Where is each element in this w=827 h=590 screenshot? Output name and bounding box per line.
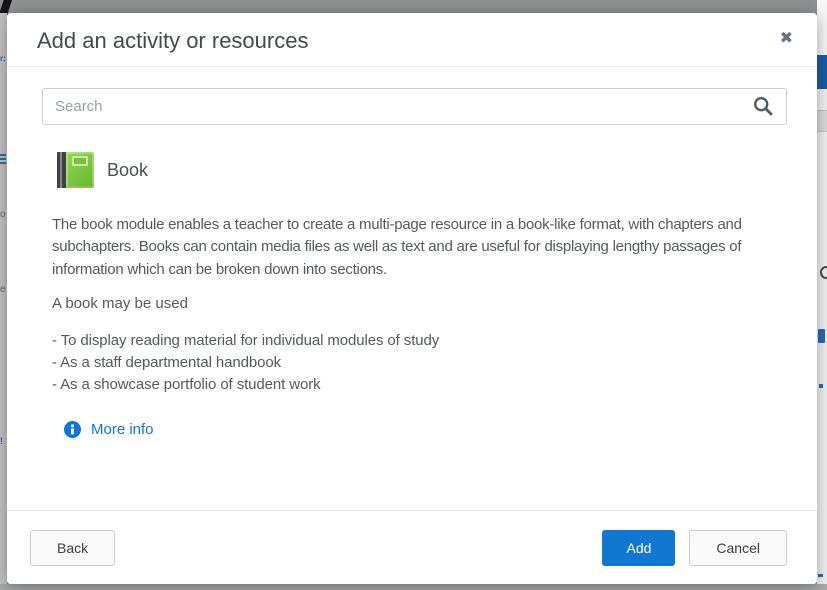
module-description: The book module enables a teacher to cre… [52, 214, 787, 281]
search-icon[interactable] [753, 96, 773, 116]
background-icon-fragment [819, 384, 823, 388]
more-info-label: More info [91, 421, 154, 438]
search-input[interactable] [42, 88, 787, 125]
back-button[interactable]: Back [30, 530, 115, 566]
background-header-fragment [817, 0, 827, 55]
background-text-fragment: ! [0, 436, 3, 446]
background-text-fragment: e [0, 284, 6, 295]
search-box [42, 88, 787, 125]
background-page-left: r: o e ! [0, 13, 7, 584]
usage-list-item: - As a staff departmental handbook [52, 352, 787, 374]
background-button-fragment [817, 55, 827, 89]
menu-icon-fragment [0, 154, 6, 166]
close-button[interactable]: ✖ [774, 26, 799, 50]
background-icon-fragment [818, 329, 825, 343]
book-cover-label [72, 156, 88, 166]
module-usage-intro: A book may be used [52, 293, 787, 315]
modal-title: Add an activity or resources [37, 28, 787, 54]
add-activity-modal: Add an activity or resources ✖ [7, 13, 817, 584]
modal-body: Book The book module enables a teacher t… [7, 67, 817, 510]
background-glyph-fragment [820, 266, 827, 279]
book-cover [66, 152, 94, 188]
background-band-fragment [817, 110, 827, 132]
book-spine [57, 152, 66, 188]
modal-header: Add an activity or resources ✖ [7, 13, 817, 67]
module-name: Book [107, 160, 148, 181]
screen: r: o e ! Add an activity or resources ✖ [0, 0, 827, 590]
background-page-right [817, 0, 827, 584]
info-circle-icon [64, 421, 81, 438]
more-info-link[interactable]: More info [64, 421, 154, 438]
usage-list-item: - To display reading material for indivi… [52, 330, 787, 352]
book-icon [57, 152, 94, 188]
module-header: Book [57, 152, 787, 188]
cancel-button[interactable]: Cancel [689, 530, 787, 566]
modal-footer: Back Add Cancel [7, 510, 817, 584]
usage-list-item: - As a showcase portfolio of student wor… [52, 374, 787, 396]
module-usage-list: - To display reading material for indivi… [52, 330, 787, 397]
add-button[interactable]: Add [602, 530, 675, 566]
background-text-fragment: o [0, 209, 6, 220]
background-icon-fragment [818, 574, 823, 577]
close-icon: ✖ [780, 28, 793, 47]
background-text-fragment: r: [0, 54, 6, 63]
background-page-bottom [0, 584, 827, 590]
